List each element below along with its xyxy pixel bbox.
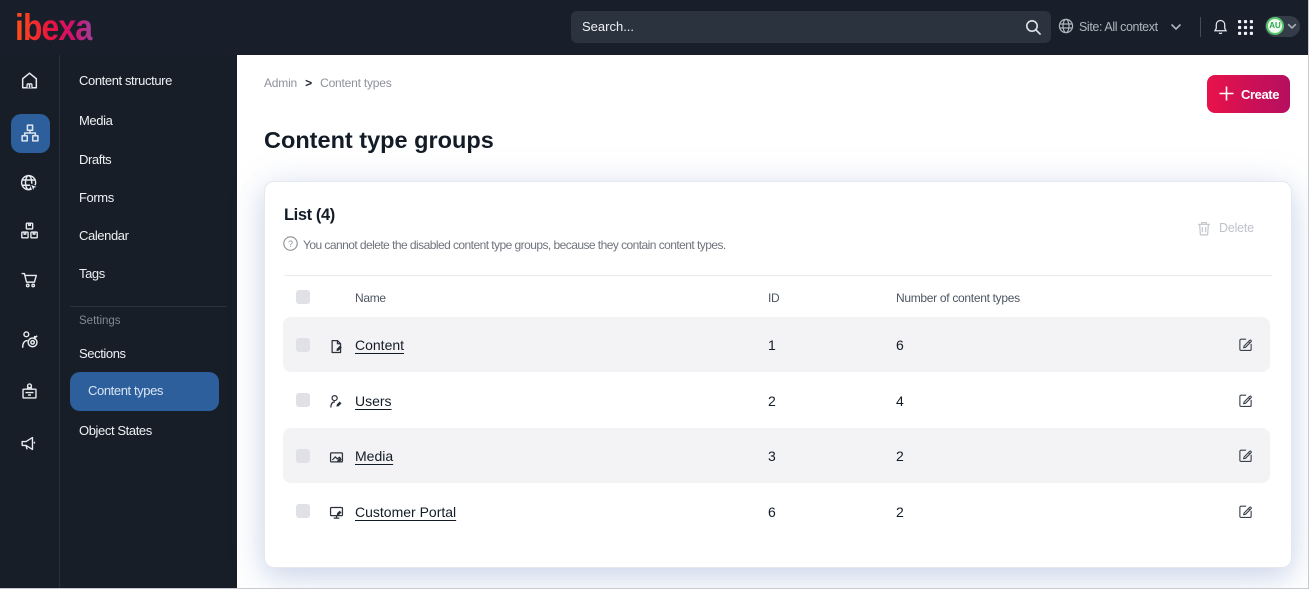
svg-text:?: ?: [288, 239, 293, 249]
